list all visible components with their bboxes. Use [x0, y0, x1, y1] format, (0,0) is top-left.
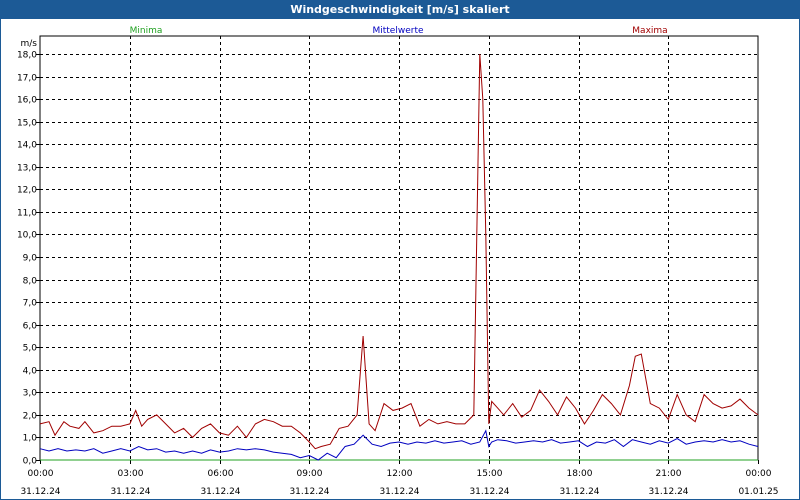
x-tick-date: 31.12.24	[379, 487, 419, 497]
x-tick-date: 31.12.24	[648, 487, 688, 497]
series-line-maxima	[39, 53, 759, 450]
y-tick-label: 13,0	[17, 164, 37, 174]
y-tick-label: 7,0	[23, 299, 38, 309]
y-tick-label: 8,0	[23, 277, 38, 287]
y-axis-label: m/s	[21, 39, 38, 49]
y-tick-label: 5,0	[23, 344, 38, 354]
x-tick-time: 21:00	[656, 469, 682, 479]
axes: 0,0 1,0 2,0 3,0 4,0 5,0 6,0 7,0 8,0 9,0 10,0 11,0 12…	[17, 35, 779, 497]
x-tick-date: 31.12.24	[110, 487, 150, 497]
legend-item-maxima: Maxima	[632, 26, 667, 36]
x-tick-time: 00:00	[746, 469, 772, 479]
y-tick-label: 4,0	[23, 367, 38, 377]
x-tick-time: 03:00	[118, 469, 144, 479]
y-tick-label: 14,0	[17, 141, 37, 151]
y-tick-label: 12,0	[17, 186, 37, 196]
y-tick-label: 10,0	[17, 231, 37, 241]
x-tick-date: 01.01.25	[738, 487, 778, 497]
y-tick-label: 1,0	[23, 434, 38, 444]
y-tick-label: 15,0	[17, 119, 37, 129]
y-tick-label: 9,0	[23, 254, 38, 264]
y-tick-label: 18,0	[17, 51, 37, 61]
y-tick-label: 3,0	[23, 389, 38, 399]
x-tick-time: 00:00	[28, 469, 54, 479]
x-tick-time: 06:00	[208, 469, 234, 479]
x-tick-time: 15:00	[477, 469, 503, 479]
x-tick-date: 31.12.24	[200, 487, 240, 497]
x-tick-date: 31.12.24	[559, 487, 599, 497]
y-tick-label: 6,0	[23, 322, 38, 332]
wind-speed-chart: 0,0 1,0 2,0 3,0 4,0 5,0 6,0 7,0 8,0 9,0 10,0 11,0 12…	[17, 26, 779, 497]
y-tick-label: 0,0	[23, 457, 38, 467]
grid	[40, 36, 758, 460]
x-tick-date: 31.12.24	[20, 487, 60, 497]
legend-item-mittelwerte: Mittelwerte	[372, 26, 423, 36]
y-tick-label: 17,0	[17, 74, 37, 84]
y-tick-label: 2,0	[23, 412, 38, 422]
y-tick-label: 16,0	[17, 96, 37, 106]
x-tick-date: 31.12.24	[469, 487, 509, 497]
x-tick-time: 18:00	[567, 469, 593, 479]
x-tick-time: 12:00	[387, 469, 413, 479]
y-tick-label: 11,0	[17, 209, 37, 219]
legend-item-minima: Minima	[130, 26, 163, 36]
legend: Minima Mittelwerte Maxima	[130, 26, 668, 36]
x-tick-time: 09:00	[297, 469, 323, 479]
x-tick-date: 31.12.24	[289, 487, 329, 497]
